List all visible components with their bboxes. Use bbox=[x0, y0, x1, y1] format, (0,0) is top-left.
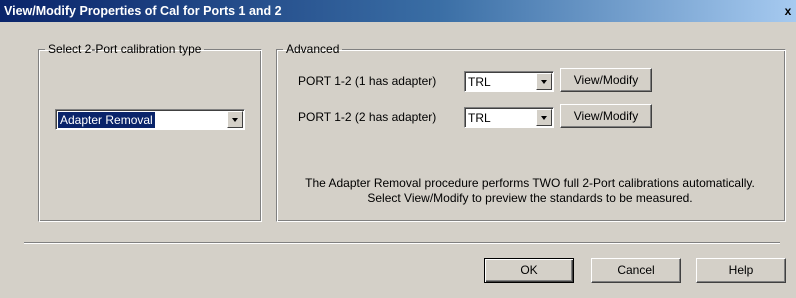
port-row-1-select[interactable]: TRL bbox=[464, 71, 554, 92]
advanced-legend: Advanced bbox=[286, 42, 340, 56]
cal-type-dropdown-button[interactable] bbox=[227, 111, 243, 128]
dialog-client-area: Select 2-Port calibration type Adapter R… bbox=[0, 22, 796, 298]
info-line-1: The Adapter Removal procedure performs T… bbox=[305, 176, 755, 190]
view-modify-button-2-label: View/Modify bbox=[573, 109, 639, 123]
chevron-down-icon bbox=[541, 80, 547, 84]
adapter-removal-info: The Adapter Removal procedure performs T… bbox=[282, 176, 778, 206]
port-row-1-label: PORT 1-2 (1 has adapter) bbox=[298, 74, 437, 88]
close-icon[interactable]: x bbox=[782, 4, 794, 18]
cal-type-select[interactable]: Adapter Removal bbox=[55, 109, 245, 130]
ok-button[interactable]: OK bbox=[484, 258, 574, 283]
port-row-2-select[interactable]: TRL bbox=[464, 107, 554, 128]
port-row-1-value: TRL bbox=[468, 75, 491, 89]
view-modify-button-1-label: View/Modify bbox=[573, 73, 639, 87]
chevron-down-icon bbox=[232, 118, 238, 122]
port-row-2-dropdown-button[interactable] bbox=[536, 109, 552, 126]
cal-type-selected-value: Adapter Removal bbox=[58, 112, 155, 128]
view-modify-button-2[interactable]: View/Modify bbox=[560, 104, 652, 128]
port-row-1-dropdown-button[interactable] bbox=[536, 73, 552, 90]
cal-type-legend: Select 2-Port calibration type bbox=[48, 42, 202, 56]
window-title: View/Modify Properties of Cal for Ports … bbox=[4, 4, 282, 18]
help-button-label: Help bbox=[728, 263, 754, 277]
cancel-button-label: Cancel bbox=[617, 263, 655, 277]
cal-type-group: Select 2-Port calibration type bbox=[38, 42, 262, 222]
view-modify-button-1[interactable]: View/Modify bbox=[560, 68, 652, 92]
port-row-2-label: PORT 1-2 (2 has adapter) bbox=[298, 110, 437, 124]
divider bbox=[24, 242, 780, 244]
cancel-button[interactable]: Cancel bbox=[591, 258, 681, 283]
port-row-2-value: TRL bbox=[468, 111, 491, 125]
ok-button-label: OK bbox=[520, 263, 538, 277]
help-button[interactable]: Help bbox=[696, 258, 786, 283]
info-line-2: Select View/Modify to preview the standa… bbox=[367, 191, 693, 205]
title-bar: View/Modify Properties of Cal for Ports … bbox=[0, 0, 796, 22]
chevron-down-icon bbox=[541, 116, 547, 120]
